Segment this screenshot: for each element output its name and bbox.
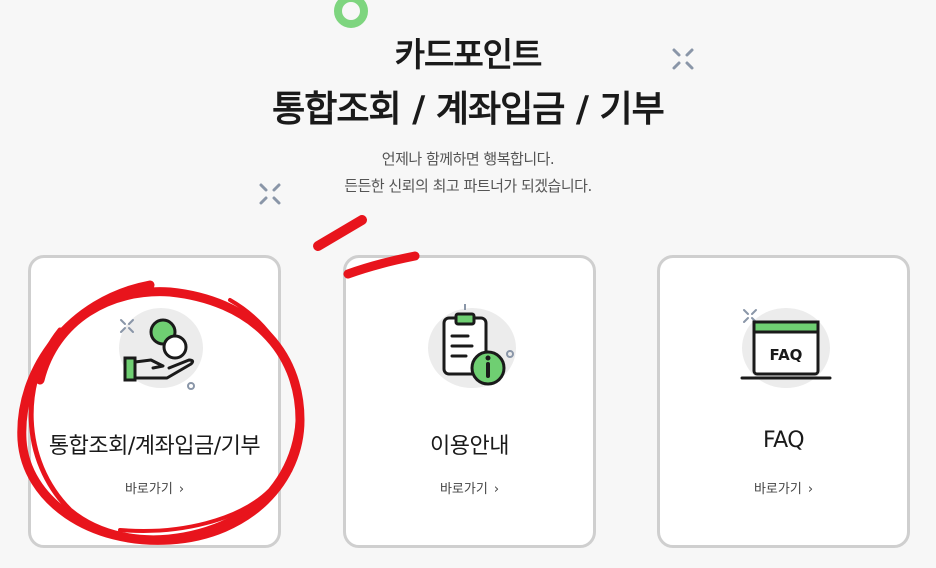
shortcut-link[interactable]: 바로가기 › bbox=[346, 478, 593, 497]
chevron-right-icon: › bbox=[178, 482, 185, 497]
chevron-right-icon: › bbox=[807, 482, 814, 497]
svg-text:FAQ: FAQ bbox=[770, 346, 803, 364]
shortcut-label: 바로가기 bbox=[439, 482, 488, 497]
card-usage-guide[interactable]: 이용안내 바로가기 › bbox=[343, 255, 596, 548]
faq-screen-icon: FAQ bbox=[740, 308, 832, 388]
chevron-right-icon: › bbox=[493, 482, 500, 497]
hand-coins-icon bbox=[119, 308, 203, 390]
shortcut-link[interactable]: 바로가기 › bbox=[660, 478, 907, 497]
clipboard-info-icon bbox=[428, 304, 516, 388]
card-label: FAQ bbox=[762, 428, 805, 453]
page-subtitle: 언제나 함께하면 행복합니다. bbox=[381, 150, 555, 168]
page-subtitle-line2: 든든한 신뢰의 최고 파트너가 되겠습니다. bbox=[344, 177, 592, 195]
page-title-line2: 통합조회 / 계좌입금 / 기부 bbox=[272, 89, 665, 130]
shortcut-label: 바로가기 bbox=[124, 482, 173, 497]
card-label: 통합조회/계좌입금/기부 bbox=[48, 434, 261, 459]
card-label: 이용안내 bbox=[430, 434, 509, 459]
decorative-ring bbox=[334, 0, 368, 28]
page-title: 카드포인트 bbox=[394, 35, 543, 74]
shortcut-label: 바로가기 bbox=[753, 482, 802, 497]
card-points-inquiry[interactable]: 통합조회/계좌입금/기부 바로가기 › bbox=[28, 255, 281, 548]
card-faq[interactable]: FAQ FAQ 바로가기 › bbox=[657, 255, 910, 548]
shortcut-link[interactable]: 바로가기 › bbox=[31, 478, 278, 497]
